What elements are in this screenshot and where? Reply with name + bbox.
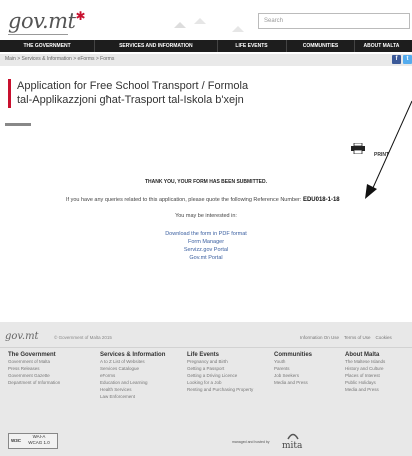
mita-logo[interactable]: mita xyxy=(282,441,302,451)
footer-col-item[interactable]: Press Releases xyxy=(8,365,96,372)
print-button[interactable]: PRINT xyxy=(374,152,389,158)
footer-col-item[interactable]: Job Seekers xyxy=(274,372,334,379)
footer-col-item[interactable]: Youth xyxy=(274,358,334,365)
footer-col-item[interactable]: Places of Interest xyxy=(345,372,411,379)
facebook-icon[interactable]: f xyxy=(392,55,401,64)
footer-col-item[interactable]: eForms xyxy=(100,372,184,379)
interested-heading: You may be interested in: xyxy=(175,213,237,219)
footer-col-item[interactable]: Getting a Driving Licence xyxy=(187,372,271,379)
search-input[interactable]: Search xyxy=(258,13,410,29)
footer-col-government: The Government Government of Malta Press… xyxy=(8,352,96,386)
footer-col-item[interactable]: Law Enforcement xyxy=(100,393,184,400)
footer-col-item[interactable]: Government of Malta xyxy=(8,358,96,365)
page-title-line1: Application for Free School Transport / … xyxy=(17,80,249,92)
submission-confirmation: THANK YOU, YOUR FORM HAS BEEN SUBMITTED. xyxy=(144,179,268,185)
title-divider xyxy=(5,123,31,126)
footer-col-item[interactable]: Renting and Purchasing Property xyxy=(187,386,271,393)
reference-note: If you have any queries related to this … xyxy=(66,197,340,203)
footer-link-cookies[interactable]: Cookies xyxy=(375,335,391,340)
footer-col-item[interactable]: A to Z List of Websites xyxy=(100,358,184,365)
mita-caption: managed and hosted by xyxy=(232,440,270,444)
nav-item-services[interactable]: SERVICES AND INFORMATION xyxy=(95,40,218,52)
nav-item-government[interactable]: THE GOVERNMENT xyxy=(0,40,96,52)
page-title-line2: tal-Applikazzjoni għat-Trasport tal-Isko… xyxy=(17,94,244,106)
link-govmt-portal[interactable]: Gov.mt Portal xyxy=(0,255,412,261)
footer-links: Information On Use Terms of Use Cookies xyxy=(300,335,392,340)
nav-item-communities[interactable]: COMMUNITIES xyxy=(287,40,356,52)
mita-logo-icon xyxy=(287,433,299,440)
w3c-wcag-badge[interactable]: W3C WAI-A WCAG 1.0 xyxy=(8,433,58,449)
footer-col-item[interactable]: Services Catalogue xyxy=(100,365,184,372)
footer-col-item[interactable]: Media and Press xyxy=(345,386,411,393)
main-nav: THE GOVERNMENT SERVICES AND INFORMATION … xyxy=(0,40,412,52)
logo-text: gov.mt xyxy=(8,9,76,33)
footer-col-item[interactable]: History and Culture xyxy=(345,365,411,372)
star-icon: ✱ xyxy=(75,9,86,23)
reference-note-text: If you have any queries related to this … xyxy=(66,197,302,203)
footer-logo[interactable]: gov.mt xyxy=(5,331,39,342)
printer-icon[interactable] xyxy=(351,143,365,154)
footer-col-item[interactable]: Looking for a Job xyxy=(187,379,271,386)
link-download-pdf[interactable]: Download the form in PDF format xyxy=(0,231,412,237)
footer-col-item[interactable]: Education and Learning xyxy=(100,379,184,386)
search-placeholder: Search xyxy=(264,18,284,24)
footer-col-item[interactable]: Getting a Passport xyxy=(187,365,271,372)
footer-col-services: Services & Information A to Z List of We… xyxy=(100,352,184,400)
footer-col-item[interactable]: Pregnancy and Birth xyxy=(187,358,271,365)
footer-link-information[interactable]: Information On Use xyxy=(300,335,339,340)
footer-copyright: © Government of Malta 2015 xyxy=(54,335,112,340)
decorative-triangle-icon xyxy=(232,26,244,32)
nav-item-about[interactable]: ABOUT MALTA xyxy=(355,40,412,52)
footer-col-communities: Communities Youth Parents Job Seekers Me… xyxy=(274,352,334,386)
footer-col-item[interactable]: Media and Press xyxy=(274,379,334,386)
footer-col-life-events: Life Events Pregnancy and Birth Getting … xyxy=(187,352,271,393)
footer-col-about: About Malta The Maltese Islands History … xyxy=(345,352,411,393)
nav-item-life-events[interactable]: LIFE EVENTS xyxy=(218,40,287,52)
footer-col-item[interactable]: Parents xyxy=(274,365,334,372)
footer-link-terms[interactable]: Terms of Use xyxy=(344,335,371,340)
breadcrumb[interactable]: Main > Services & Information > eForms >… xyxy=(5,56,114,62)
title-accent-bar xyxy=(8,79,11,108)
gov-mt-logo[interactable]: gov.mt✱ xyxy=(8,9,128,35)
footer-col-item[interactable]: Government Gazette xyxy=(8,372,96,379)
link-form-manager[interactable]: Form Manager xyxy=(0,239,412,245)
page-title: Application for Free School Transport / … xyxy=(17,79,407,107)
twitter-icon[interactable]: t xyxy=(403,55,412,64)
footer-divider xyxy=(0,347,412,348)
footer-col-item[interactable]: The Maltese Islands xyxy=(345,358,411,365)
reference-number: EDU018-1-18 xyxy=(302,197,340,203)
footer-col-item[interactable]: Public Holidays xyxy=(345,379,411,386)
footer-col-item[interactable]: Department of Information xyxy=(8,379,96,386)
link-servizz-portal[interactable]: Servizz.gov Portal xyxy=(0,247,412,253)
decorative-triangle-icon xyxy=(174,22,186,28)
footer-col-item[interactable]: Health Services xyxy=(100,386,184,393)
w3c-label: W3C xyxy=(11,438,21,443)
decorative-triangle-icon xyxy=(194,18,206,24)
logo-underline xyxy=(8,34,68,35)
